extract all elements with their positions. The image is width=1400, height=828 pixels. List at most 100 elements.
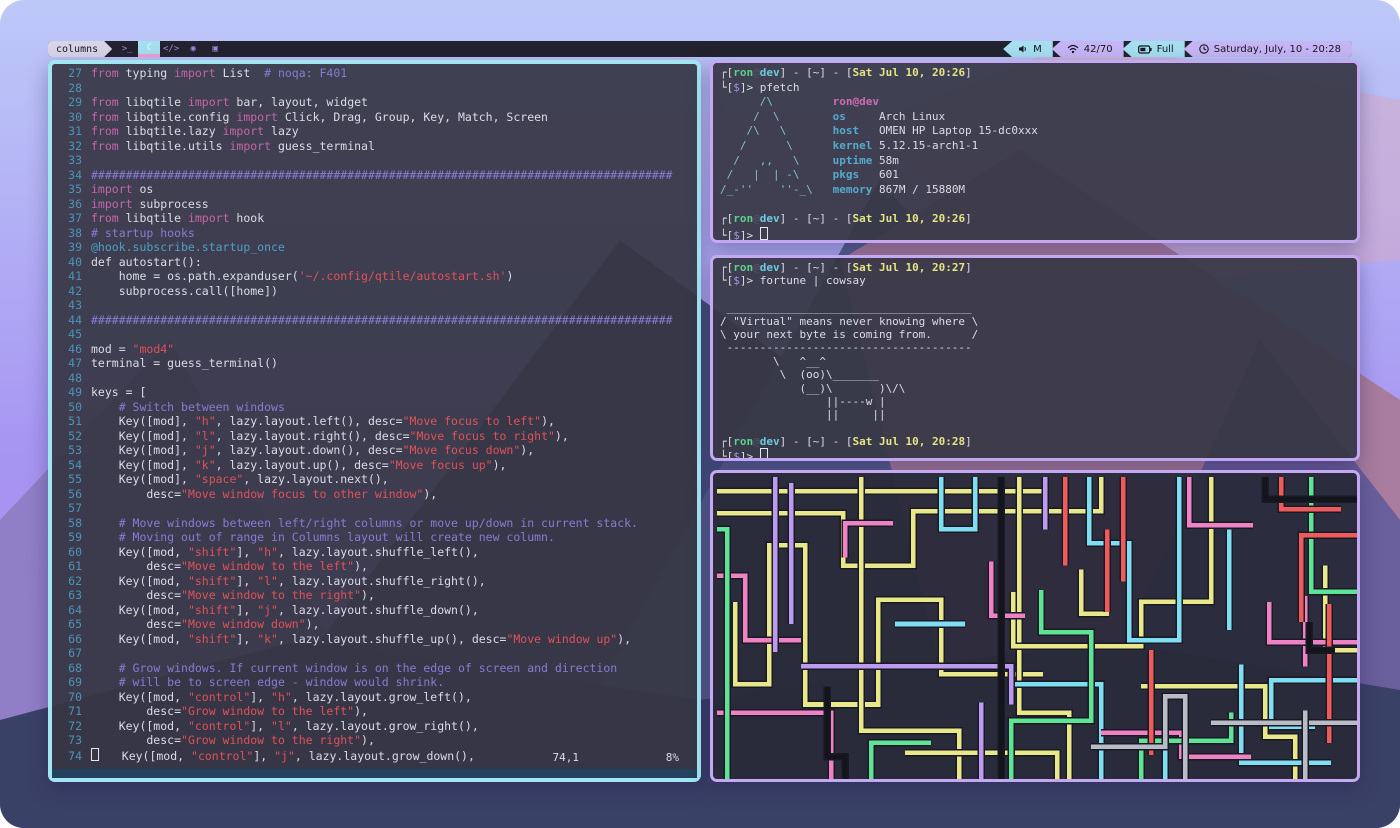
terminal-cursor <box>760 448 768 458</box>
code-line: 67 <box>58 646 697 661</box>
editor-buffer[interactable]: 27from typing import List # noqa: F40128… <box>52 64 697 778</box>
code-line: 39@hook.subscribe.startup_once <box>58 240 697 255</box>
code-line: 58 # Move windows between left/right col… <box>58 516 697 531</box>
terminal-pfetch-window[interactable]: ┌[ron@dev] - [~] - [Sat Jul 10, 20:26]└[… <box>710 60 1360 243</box>
terminal-cowsay-window[interactable]: ┌[ron@dev] - [~] - [Sat Jul 10, 20:27]└[… <box>710 255 1360 461</box>
code-line: 60 Key([mod, "shift"], "h", lazy.layout.… <box>58 545 697 560</box>
pipe-segment <box>1269 602 1357 642</box>
code-line: 43 <box>58 298 697 313</box>
terminal-row: / ,, \ uptime 58m <box>720 154 1357 169</box>
pipe-segment <box>845 523 893 557</box>
code-line: 72 Key([mod, "control"], "l", lazy.layou… <box>58 719 697 734</box>
terminal-pipes-window[interactable] <box>710 470 1360 782</box>
editor-statusline: 74,1 8% <box>52 751 697 766</box>
code-line: 65 desc="Move window down"), <box>58 617 697 632</box>
code-line: 30from libqtile.config import Click, Dra… <box>58 110 697 125</box>
code-line: 34######################################… <box>58 168 697 183</box>
code-group-icon[interactable]: </> <box>160 41 182 57</box>
code-line: 44######################################… <box>58 313 697 328</box>
code-line: 51 Key([mod], "h", lazy.layout.left(), d… <box>58 414 697 429</box>
layout-label: columns <box>56 44 98 55</box>
media-group-icon[interactable]: ◉ <box>182 41 204 57</box>
editor-window[interactable]: 27from typing import List # noqa: F40128… <box>48 60 701 782</box>
code-line: 63 desc="Move window to the right"), <box>58 588 697 603</box>
desktop: columns >_☾</>◉▣ M 42/70 Full Saturday, … <box>0 0 1400 828</box>
terminal-row: └[$]> <box>720 448 1357 458</box>
chat-group-icon[interactable]: ▣ <box>204 41 226 57</box>
pipe-segment <box>717 477 1045 491</box>
pipe-segment <box>845 523 893 557</box>
browser-group-icon[interactable]: ☾ <box>138 41 160 57</box>
code-line: 59 # Moving out of range in Columns layo… <box>58 530 697 545</box>
pipe-segment <box>1269 602 1357 642</box>
pipe-segment <box>941 477 975 529</box>
volume-label: M <box>1033 44 1042 55</box>
terminal-row: / "Virtual" means never knowing where \ <box>720 315 1357 328</box>
code-line: 28 <box>58 81 697 96</box>
scroll-percent: 8% <box>666 751 679 764</box>
code-line: 61 desc="Move window to the left"), <box>58 559 697 574</box>
code-line: 62 Key([mod, "shift"], "l", lazy.layout.… <box>58 574 697 589</box>
code-line: 48 <box>58 371 697 386</box>
terminal-row: / \ kernel 5.12.15-arch1-1 <box>720 139 1357 154</box>
pipe-segment <box>871 743 931 779</box>
code-line: 33 <box>58 153 697 168</box>
code-line: 54 Key([mod], "k", lazy.layout.up(), des… <box>58 458 697 473</box>
code-line: 49keys = [ <box>58 385 697 400</box>
clock-widget[interactable]: Saturday, July, 10 - 20:28 <box>1184 41 1352 57</box>
code-line: 50 # Switch between windows <box>58 400 697 415</box>
pipe-segment <box>1189 477 1253 525</box>
code-line: 73 desc="Grow window to the right"), <box>58 733 697 748</box>
terminal-row <box>720 422 1357 435</box>
speaker-icon <box>1018 44 1028 54</box>
terminal-row <box>720 197 1357 212</box>
volume-widget[interactable]: M <box>1003 41 1053 57</box>
terminal-row: /\ \ host OMEN HP Laptop 15-dc0xxx <box>720 124 1357 139</box>
code-line: 71 desc="Grow window to the left"), <box>58 704 697 719</box>
terminal-row: └[$]> pfetch <box>720 81 1357 96</box>
terminal-row: _____________________________________ <box>720 301 1357 314</box>
status-bar: columns >_☾</>◉▣ M 42/70 Full Saturday, … <box>48 41 1352 57</box>
code-line: 70 Key([mod, "control"], "h", lazy.layou… <box>58 690 697 705</box>
terminal-row: /\ ron@dev <box>720 95 1357 110</box>
code-line: 53 Key([mod], "j", lazy.layout.down(), d… <box>58 443 697 458</box>
code-line: 41 home = os.path.expanduser('~/.config/… <box>58 269 697 284</box>
pipe-segment <box>1189 477 1253 525</box>
code-line: 57 <box>58 501 697 516</box>
terminal-row: ┌[ron@dev] - [~] - [Sat Jul 10, 20:28] <box>720 435 1357 448</box>
terminal-row: ┌[ron@dev] - [~] - [Sat Jul 10, 20:27] <box>720 261 1357 274</box>
terminal-row: └[$]> fortune | cowsay <box>720 274 1357 287</box>
terminal-group-icon[interactable]: >_ <box>116 41 138 57</box>
pipe-segment <box>717 529 727 779</box>
code-line: 37from libqtile import hook <box>58 211 697 226</box>
battery-widget[interactable]: Full <box>1123 41 1185 57</box>
code-line: 29from libqtile import bar, layout, widg… <box>58 95 697 110</box>
terminal-row: \ ^__^ <box>720 355 1357 368</box>
code-line: 66 Key([mod, "shift"], "k", lazy.layout.… <box>58 632 697 647</box>
terminal-row: ┌[ron@dev] - [~] - [Sat Jul 10, 20:26] <box>720 66 1357 81</box>
wifi-value: 42/70 <box>1084 44 1113 55</box>
terminal-row: /_-'' ''-_\ memory 867M / 15880M <box>720 183 1357 198</box>
pipe-segment <box>871 743 931 779</box>
wifi-icon <box>1067 44 1079 54</box>
wifi-widget[interactable]: 42/70 <box>1052 41 1124 57</box>
clock-label: Saturday, July, 10 - 20:28 <box>1214 44 1341 55</box>
bar-groups: >_☾</>◉▣ <box>116 41 226 57</box>
cursor-position: 74,1 <box>553 751 580 764</box>
code-line: 31from libqtile.lazy import lazy <box>58 124 697 139</box>
code-line: 35import os <box>58 182 697 197</box>
terminal-row: / | | -\ pkgs 601 <box>720 168 1357 183</box>
code-line: 68 # Grow windows. If current window is … <box>58 661 697 676</box>
code-line: 52 Key([mod], "l", lazy.layout.right(), … <box>58 429 697 444</box>
code-line: 45 <box>58 327 697 342</box>
terminal-pfetch-body[interactable]: ┌[ron@dev] - [~] - [Sat Jul 10, 20:26]└[… <box>713 63 1357 240</box>
terminal-cowsay-body[interactable]: ┌[ron@dev] - [~] - [Sat Jul 10, 20:27]└[… <box>713 258 1357 458</box>
code-line: 40def autostart(): <box>58 255 697 270</box>
code-line: 42 subprocess.call([home]) <box>58 284 697 299</box>
code-line: 64 Key([mod, "shift"], "j", lazy.layout.… <box>58 603 697 618</box>
code-line: 36import subprocess <box>58 197 697 212</box>
terminal-row: └[$]> <box>720 227 1357 240</box>
editor-bottombar <box>52 769 697 778</box>
terminal-row: \ (oo)\_______ <box>720 368 1357 381</box>
layout-indicator[interactable]: columns <box>48 41 112 57</box>
